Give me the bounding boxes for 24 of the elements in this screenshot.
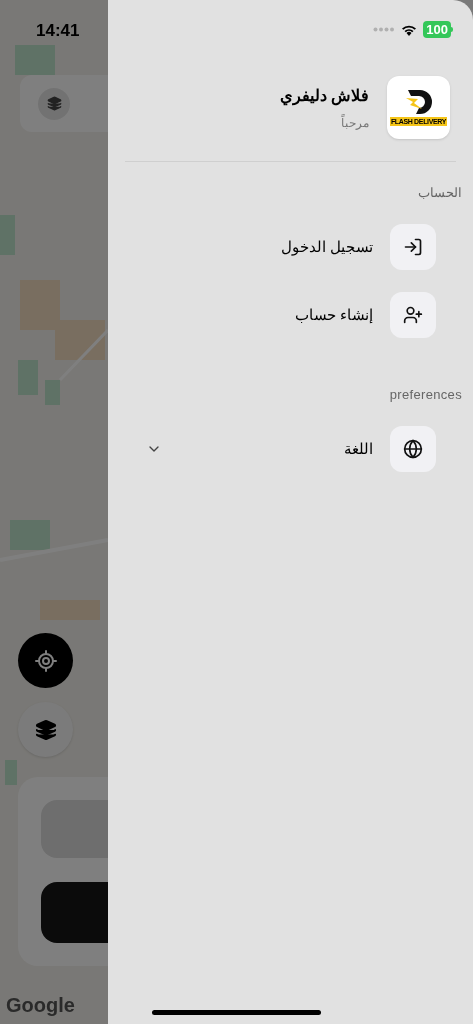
wifi-icon <box>401 23 418 36</box>
menu-item[interactable]: تسجيل الدخول <box>108 224 473 270</box>
layers-icon <box>34 718 57 741</box>
layers-icon <box>46 96 62 111</box>
signal-icon <box>373 27 396 32</box>
battery-level: 100 <box>423 21 451 38</box>
section-title: الحساب <box>418 185 462 200</box>
status-time: 14:41 <box>36 20 80 42</box>
action-button[interactable] <box>41 882 108 943</box>
input-field[interactable] <box>41 800 108 858</box>
locate-icon <box>33 648 58 673</box>
layers-button[interactable] <box>38 87 70 120</box>
menu-item[interactable]: اللغة <box>108 426 473 472</box>
greeting: مرحباً <box>340 113 369 132</box>
globe-icon <box>403 439 423 459</box>
section-title: preferences <box>389 387 462 402</box>
menu-item[interactable]: إنشاء حساب <box>108 292 473 338</box>
menu-label: اللغة <box>344 438 373 459</box>
app-name: فلاش دليفري <box>279 85 369 108</box>
menu-label: تسجيل الدخول <box>280 236 373 258</box>
login-icon <box>403 237 423 257</box>
menu-label: إنشاء حساب <box>294 304 373 325</box>
add-user-icon <box>403 305 423 325</box>
map-attribution: Google <box>6 993 75 1018</box>
